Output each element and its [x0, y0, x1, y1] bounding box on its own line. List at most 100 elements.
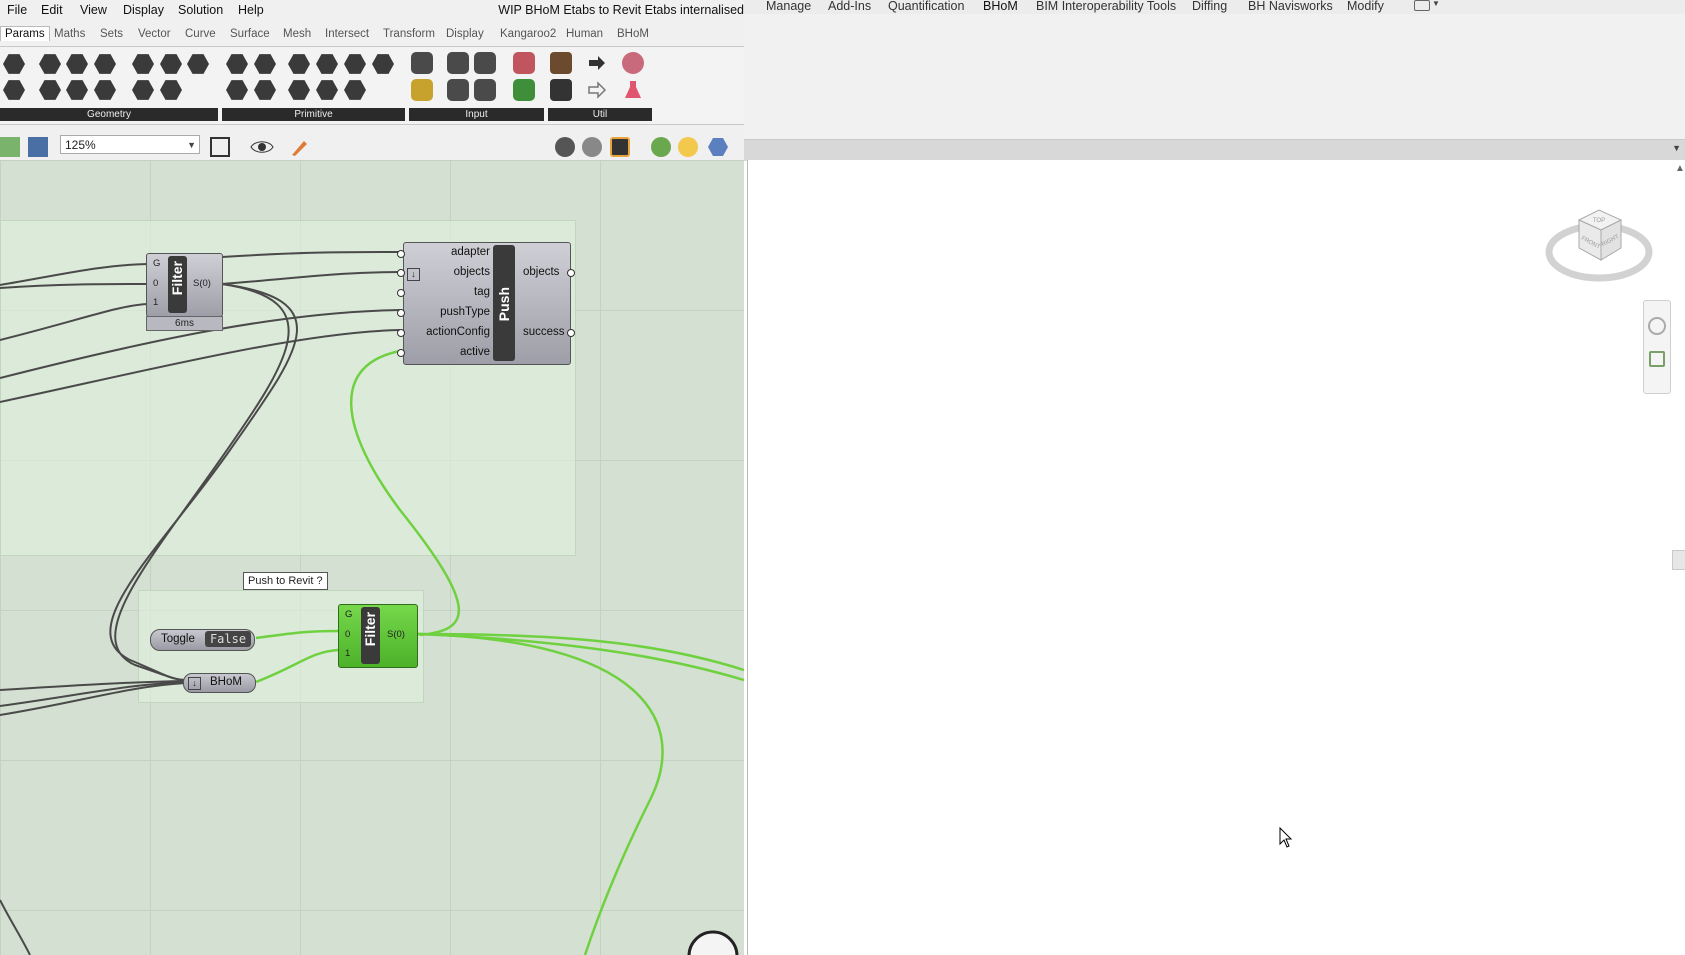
open-file-icon[interactable]	[0, 137, 20, 157]
button-icon[interactable]	[447, 79, 469, 101]
transform-param-icon[interactable]	[344, 80, 366, 100]
tab-curve[interactable]: Curve	[185, 28, 216, 40]
brep-param-icon[interactable]	[160, 54, 182, 74]
menu-solution[interactable]: Solution	[178, 3, 223, 17]
menu-file[interactable]: File	[7, 3, 27, 17]
filter-component-green[interactable]: Filter G 0 1 S(0)	[338, 604, 418, 668]
tab-vector[interactable]: Vector	[138, 28, 171, 40]
integer-param-icon[interactable]	[288, 54, 310, 74]
tab-mesh[interactable]: Mesh	[283, 28, 311, 40]
field-param-icon[interactable]	[160, 80, 182, 100]
number-param-icon[interactable]	[254, 54, 276, 74]
tab-quantification[interactable]: Quantification	[888, 0, 964, 13]
ribbon-group-label[interactable]: Primitive	[222, 108, 405, 121]
value-list-icon[interactable]	[474, 79, 496, 101]
port-grip[interactable]	[397, 289, 405, 297]
mesh-param-icon[interactable]	[187, 54, 209, 74]
port-grip[interactable]	[397, 329, 405, 337]
input-port-g[interactable]: G	[345, 609, 352, 620]
chevron-down-icon[interactable]: ▼	[1432, 0, 1440, 8]
input-port-g[interactable]: G	[153, 258, 160, 269]
boolean-toggle[interactable]: Toggle False	[150, 629, 255, 651]
ribbon-group-label[interactable]: Util	[548, 108, 652, 121]
curve-param-icon[interactable]	[66, 54, 88, 74]
toggle-value[interactable]: False	[205, 631, 251, 647]
input-port-0[interactable]: 0	[153, 278, 158, 289]
output-port-s0[interactable]: S(0)	[193, 278, 211, 289]
tab-bhom[interactable]: BHoM	[617, 28, 649, 40]
port-grip[interactable]	[397, 349, 405, 357]
port-grip[interactable]	[567, 329, 575, 337]
box-param-icon[interactable]	[94, 80, 116, 100]
output-port-success[interactable]: success	[523, 326, 565, 338]
image-sampler-icon[interactable]	[513, 79, 535, 101]
colour-param-icon[interactable]	[344, 54, 366, 74]
tab-kangaroo2[interactable]: Kangaroo2	[500, 28, 556, 40]
input-port-actionconfig[interactable]: actionConfig	[426, 326, 490, 338]
cherry-picker-icon[interactable]	[550, 52, 572, 74]
graph-mapper-icon[interactable]	[474, 52, 496, 74]
tab-modify[interactable]: Modify	[1347, 0, 1384, 13]
gradient-icon[interactable]	[513, 52, 535, 74]
time-param-icon[interactable]	[226, 80, 248, 100]
tab-sets[interactable]: Sets	[100, 28, 123, 40]
circle-param-icon[interactable]	[39, 54, 61, 74]
tab-human[interactable]: Human	[566, 28, 603, 40]
gh-canvas[interactable]: Filter G 0 1 S(0) 6ms Push adapter objec…	[0, 160, 744, 955]
galapagos-icon[interactable]	[622, 52, 644, 74]
arrow-outline-icon[interactable]	[586, 79, 608, 101]
collapse-caret-icon[interactable]: ▼	[1672, 143, 1681, 153]
ribbon-toggle-icon[interactable]	[1414, 0, 1430, 11]
zoom-region-icon[interactable]	[1649, 351, 1665, 367]
port-grip[interactable]	[397, 250, 405, 258]
port-grip[interactable]	[567, 269, 575, 277]
menu-view[interactable]: View	[80, 3, 107, 17]
tab-manage[interactable]: Manage	[766, 0, 811, 13]
preview-wire-icon[interactable]	[555, 137, 575, 157]
point-param-icon[interactable]	[3, 54, 25, 74]
arc-param-icon[interactable]	[66, 80, 88, 100]
tab-bim-interoperability-tools[interactable]: BIM Interoperability Tools	[1036, 0, 1176, 13]
tab-maths[interactable]: Maths	[54, 28, 85, 40]
ribbon-group-label[interactable]: Geometry	[0, 108, 218, 121]
save-file-icon[interactable]	[28, 137, 48, 157]
tab-bh-navisworks[interactable]: BH Navisworks	[1248, 0, 1333, 13]
push-component[interactable]: Push adapter objects ↓ tag pushType acti…	[403, 242, 571, 365]
menu-display[interactable]: Display	[123, 3, 164, 17]
canvas-dial-icon[interactable]	[683, 920, 739, 955]
import-icon[interactable]	[411, 52, 433, 74]
domain-param-icon[interactable]	[316, 54, 338, 74]
input-port-objects[interactable]: objects	[454, 266, 490, 278]
port-grip[interactable]	[397, 309, 405, 317]
slider-icon[interactable]	[447, 52, 469, 74]
steering-wheel-icon[interactable]	[1648, 317, 1666, 335]
input-port-1[interactable]: 1	[345, 648, 350, 659]
ribbon-group-label[interactable]: Input	[409, 108, 544, 121]
eye-icon[interactable]	[250, 137, 274, 157]
shader-param-icon[interactable]	[316, 80, 338, 100]
tab-display[interactable]: Display	[446, 28, 484, 40]
tree-icon[interactable]	[550, 79, 572, 101]
menu-help[interactable]: Help	[238, 3, 264, 17]
input-port-1[interactable]: 1	[153, 297, 158, 308]
vector-primitive-icon[interactable]	[372, 54, 394, 74]
line-param-icon[interactable]	[39, 80, 61, 100]
sketch-pen-icon[interactable]	[290, 137, 310, 157]
preview-selected-icon[interactable]	[610, 137, 630, 157]
tab-add-ins[interactable]: Add-Ins	[828, 0, 871, 13]
bhom-param[interactable]: ↓ BHoM	[183, 673, 256, 693]
input-port-0[interactable]: 0	[345, 629, 350, 640]
output-port-objects[interactable]: objects	[523, 266, 559, 278]
boolean-param-icon[interactable]	[226, 54, 248, 74]
input-port-pushtype[interactable]: pushType	[440, 306, 490, 318]
menu-edit[interactable]: Edit	[41, 3, 63, 17]
arrow-right-icon[interactable]	[586, 52, 608, 74]
tab-transform[interactable]: Transform	[383, 28, 435, 40]
tab-bhom[interactable]: BHoM	[983, 0, 1018, 13]
lightning-icon[interactable]	[651, 137, 671, 157]
surface-param-icon[interactable]	[94, 54, 116, 74]
tab-diffing[interactable]: Diffing	[1192, 0, 1227, 13]
plane-param-icon[interactable]	[132, 80, 154, 100]
tab-intersect[interactable]: Intersect	[325, 28, 369, 40]
zoom-dropdown[interactable]: 125% ▼	[60, 135, 200, 154]
